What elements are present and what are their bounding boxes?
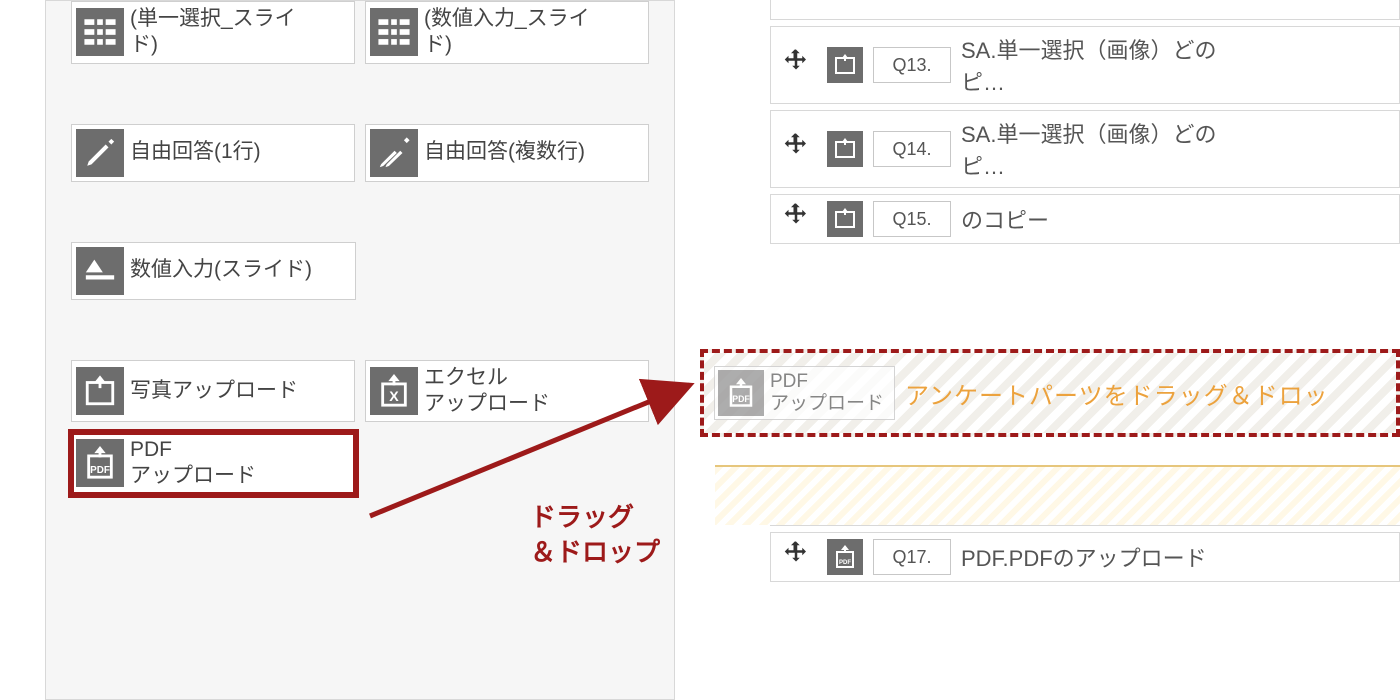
slider-icon — [76, 247, 124, 295]
part-number-slide[interactable]: 数値入力(スライド) — [71, 242, 356, 300]
image-type-icon — [827, 201, 863, 237]
question-number[interactable]: Q17. — [873, 539, 951, 575]
question-number[interactable]: Q14. — [873, 131, 951, 167]
pdf-upload-icon: PDF — [718, 370, 764, 416]
image-type-icon — [827, 47, 863, 83]
image-upload-icon — [76, 367, 124, 415]
part-label: 自由回答(複数行) — [424, 139, 640, 165]
question-text: SA.単一選択（画像）どのピ… — [961, 33, 1389, 97]
svg-text:PDF: PDF — [839, 560, 851, 566]
ghost-label: PDFアップロード — [770, 371, 884, 415]
pens-icon — [370, 129, 418, 177]
page-separator — [715, 465, 1400, 525]
drag-handle-icon[interactable] — [781, 47, 817, 83]
image-type-icon — [827, 131, 863, 167]
matrix-icon — [370, 8, 418, 56]
part-photo-upload[interactable]: 写真アップロード — [71, 360, 355, 423]
svg-text:PDF: PDF — [90, 465, 110, 476]
question-number[interactable]: Q13. — [873, 47, 951, 83]
svg-text:X: X — [389, 389, 399, 405]
part-freetext-multi[interactable]: 自由回答(複数行) — [365, 124, 649, 182]
drag-handle-icon[interactable] — [781, 131, 817, 167]
part-pdf-upload[interactable]: PDF PDFアップロード — [71, 432, 356, 495]
svg-text:PDF: PDF — [732, 394, 750, 404]
question-row[interactable]: Q14. SA.単一選択（画像）どのピ… — [770, 110, 1400, 188]
question-row[interactable]: PDF Q17. PDF.PDFのアップロード — [770, 532, 1400, 582]
pdf-type-icon: PDF — [827, 539, 863, 575]
matrix-icon — [76, 8, 124, 56]
annotation-text: ドラッグ ＆ドロップ — [530, 500, 660, 570]
part-freetext-single[interactable]: 自由回答(1行) — [71, 124, 355, 182]
part-label: 自由回答(1行) — [130, 139, 346, 165]
part-label: PDFアップロード — [130, 437, 347, 490]
question-text: のコピー — [961, 203, 1389, 235]
question-row[interactable]: Q15. のコピー — [770, 194, 1400, 244]
part-matrix-number-slide[interactable]: (数値入力_スライド) — [365, 1, 649, 64]
question-row[interactable]: Q13. SA.単一選択（画像）どのピ… — [770, 26, 1400, 104]
part-label: 写真アップロード — [130, 378, 346, 404]
pdf-upload-icon: PDF — [76, 439, 124, 487]
excel-upload-icon: X — [370, 367, 418, 415]
drag-handle-icon[interactable] — [781, 539, 817, 575]
dropzone-hint: アンケートパーツをドラッグ＆ドロッ — [905, 376, 1329, 411]
part-label: 数値入力(スライド) — [130, 257, 347, 283]
part-label: (数値入力_スライド) — [424, 6, 640, 59]
part-label: エクセルアップロード — [424, 365, 640, 418]
part-matrix-single-slide[interactable]: (単一選択_スライド) — [71, 1, 355, 64]
question-text: SA.単一選択（画像）どのピ… — [961, 117, 1389, 181]
question-text: PDF.PDFのアップロード — [961, 541, 1389, 573]
parts-palette: (単一選択_スライド) (数値入力_スライド) 自由回答(1行) 自由回答(複数… — [45, 0, 675, 700]
pen-icon — [76, 129, 124, 177]
question-number[interactable]: Q15. — [873, 201, 951, 237]
drop-zone[interactable]: PDF PDFアップロード アンケートパーツをドラッグ＆ドロッ — [700, 349, 1400, 437]
part-excel-upload[interactable]: X エクセルアップロード — [365, 360, 649, 423]
part-label: (単一選択_スライド) — [130, 6, 346, 59]
drag-handle-icon[interactable] — [781, 201, 817, 237]
drag-ghost: PDF PDFアップロード — [714, 366, 895, 420]
question-row-cropped — [770, 0, 1400, 20]
